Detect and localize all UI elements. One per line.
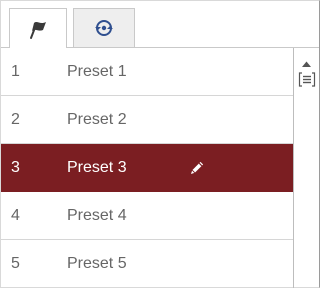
- flag-icon: [30, 21, 46, 39]
- patrol-cycle-icon: [95, 20, 113, 36]
- preset-number: 2: [11, 110, 20, 128]
- preset-number: 1: [11, 62, 20, 80]
- ptz-preset-panel: 1 Preset 1 2 Preset 2 3 Preset 3 4 Prese…: [0, 0, 320, 288]
- preset-list: 1 Preset 1 2 Preset 2 3 Preset 3 4 Prese…: [1, 48, 293, 288]
- preset-row-1[interactable]: 1 Preset 1: [1, 48, 293, 96]
- preset-name: Preset 1: [67, 62, 127, 80]
- tab-patrol[interactable]: [73, 8, 135, 47]
- preset-row-2[interactable]: 2 Preset 2: [1, 96, 293, 144]
- preset-number: 3: [11, 158, 20, 176]
- preset-name: Preset 2: [67, 110, 127, 128]
- tab-bar: [1, 1, 319, 48]
- tab-presets[interactable]: [9, 8, 67, 48]
- preset-name: Preset 5: [67, 255, 127, 272]
- list-icon[interactable]: [298, 72, 316, 87]
- scroll-up-icon[interactable]: [301, 60, 312, 68]
- preset-row-3[interactable]: 3 Preset 3: [1, 144, 293, 192]
- preset-number: 4: [11, 206, 20, 224]
- preset-name: Preset 4: [67, 206, 127, 224]
- preset-row-5[interactable]: 5 Preset 5: [1, 240, 293, 288]
- preset-row-4[interactable]: 4 Preset 4: [1, 192, 293, 240]
- side-controls: [294, 48, 319, 288]
- preset-number: 5: [11, 255, 20, 272]
- pencil-icon[interactable]: [188, 159, 206, 177]
- preset-name: Preset 3: [67, 158, 127, 176]
